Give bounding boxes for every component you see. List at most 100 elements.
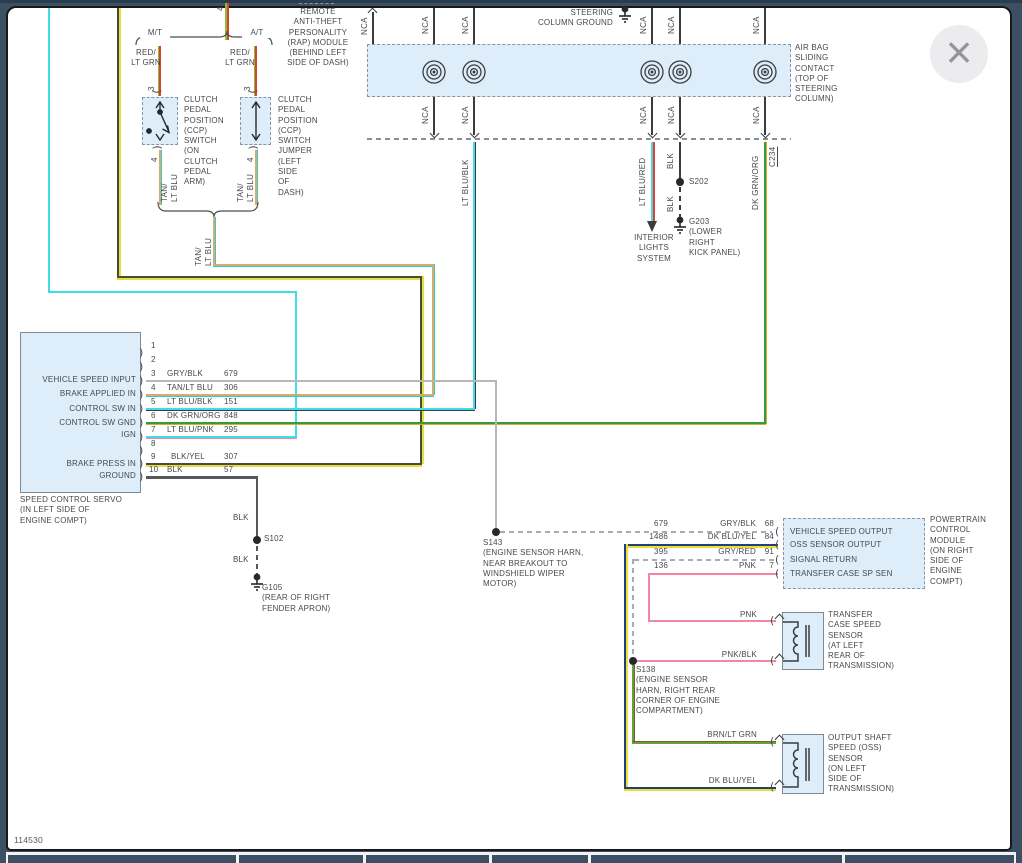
- background-table-cell: [239, 855, 363, 863]
- inductor-coil-icon: [783, 612, 823, 670]
- wire-dk-grn-org-stripe: [766, 142, 767, 424]
- wire-blk-yel-stripe: [119, 8, 121, 278]
- ground-label-g105: G105 (REAR OF RIGHT FENDER APRON): [262, 583, 330, 614]
- servo-pin-number: 10: [149, 465, 158, 475]
- pin-bracket: ): [152, 145, 163, 149]
- close-button[interactable]: ×: [930, 25, 988, 83]
- servo-wire-name: GRY/BLK: [167, 369, 203, 379]
- pcm-wire-name: DK BLU/YEL: [690, 532, 756, 542]
- connector-label-c234: C234: [768, 141, 778, 167]
- pin-bracket: (: [770, 655, 774, 666]
- wire-label-tan-lt-blu: TAN/ LT BLU: [236, 158, 256, 202]
- wire-blk: [146, 476, 258, 479]
- wire-label-nca: NCA: [461, 102, 471, 124]
- splice-label-s143: S143 (ENGINE SENSOR HARN, NEAR BREAKOUT …: [483, 538, 583, 589]
- wire-lt-blu-red-stripe: [653, 142, 655, 222]
- wire-gry-blk: [146, 380, 497, 382]
- pin-bracket: ): [139, 347, 143, 358]
- wire-brn-lt-grn-stripe: [634, 665, 635, 743]
- servo-fn-label: BRAKE PRESS IN: [24, 459, 136, 469]
- wire-label-blk: BLK: [233, 513, 249, 523]
- splice-s202: [676, 178, 684, 186]
- pin-bracket: ): [139, 375, 143, 386]
- wire-lt-blu-blk-stripe: [475, 142, 476, 409]
- servo-pin-number: 8: [151, 439, 156, 449]
- switch-symbol: [142, 97, 178, 145]
- ccp-switch-caption: CLUTCH PEDAL POSITION (CCP) SWITCH (ON C…: [184, 95, 224, 188]
- servo-pin-number: 2: [151, 355, 156, 365]
- servo-fn-label: GROUND: [24, 471, 136, 481]
- ground-icon-g203: [673, 217, 687, 234]
- pin-bracket: ): [139, 458, 143, 469]
- wire-dk-blu-yel-stripe: [626, 544, 628, 789]
- background-table-cell: [591, 855, 842, 863]
- pin-bracket: ): [139, 403, 143, 414]
- pcm-fn-label: VEHICLE SPEED OUTPUT: [790, 527, 893, 537]
- pin-number: 3: [147, 79, 157, 91]
- wire-pnk: [649, 573, 778, 575]
- wire-label-nca: NCA: [461, 12, 471, 34]
- wire-tan-lt-blu-stripe: [215, 217, 216, 265]
- wire-label-nca: NCA: [752, 12, 762, 34]
- wire-label-red-lt-grn: RED/ LT GRN: [128, 48, 164, 69]
- pcm-wire-name: GRY/BLK: [690, 519, 756, 529]
- servo-pin-number: 9: [151, 452, 156, 462]
- servo-pin-number: 4: [151, 383, 156, 393]
- ground-icon-steering: [618, 6, 632, 23]
- pcm-circuit: 136: [630, 561, 668, 571]
- ccp-jumper-caption: CLUTCH PEDAL POSITION (CCP) SWITCH JUMPE…: [278, 95, 318, 198]
- servo-pin-number: 3: [151, 369, 156, 379]
- wire-tan-lt-blu-stripe: [213, 266, 434, 267]
- wire-lt-blu-pnk: [48, 291, 297, 293]
- wire-blk-dashed: [679, 187, 681, 217]
- pin-bracket: (: [775, 539, 779, 550]
- wire-label-dk-grn-org: DK GRN/ORG: [751, 146, 761, 210]
- pin-bracket: ): [139, 471, 143, 482]
- wire-gry-blk: [495, 380, 497, 530]
- pcm-wire-name: PNK: [690, 561, 756, 571]
- wire-gry-red-dashed: [632, 559, 634, 659]
- wire-pnk: [648, 620, 776, 622]
- pin-bracket: ): [139, 361, 143, 372]
- pin-bracket: (: [775, 568, 779, 579]
- wire-blk-dashed: [256, 546, 259, 576]
- branch-label-at: A/T: [242, 28, 272, 38]
- wire-label-blk: BLK: [233, 555, 249, 565]
- wire-brn-lt-grn: [632, 742, 776, 744]
- jumper-symbol: [240, 97, 271, 145]
- pcm-pin-number: 84: [750, 532, 774, 542]
- wire-blk-yel-stripe: [117, 278, 422, 280]
- servo-pin-number: 1: [151, 341, 156, 351]
- wire-label-nca: NCA: [667, 102, 677, 124]
- servo-wire-name: TAN/LT BLU: [167, 383, 213, 393]
- servo-pin-number: 7: [151, 425, 156, 435]
- pcm-circuit: 395: [630, 547, 668, 557]
- pin-bracket: (: [770, 781, 774, 792]
- wire-label-lt-blu-blk: LT BLU/BLK: [461, 148, 471, 206]
- wire-label-brn-lt-grn: BRN/LT GRN: [690, 730, 757, 740]
- splice-label-s138: S138 (ENGINE SENSOR HARN, RIGHT REAR COR…: [636, 665, 720, 716]
- wire-tan-lt-blu-stripe: [257, 150, 258, 205]
- splice-s138: [629, 657, 637, 665]
- pin-bracket: (: [775, 554, 779, 565]
- merge-brace: [158, 202, 258, 217]
- splice-label-s202: S202: [689, 177, 708, 187]
- pin-number: 4: [150, 150, 160, 162]
- servo-fn-label: CONTROL SW IN: [24, 404, 136, 414]
- diagram-id: 114530: [14, 835, 43, 845]
- pcm-caption: POWERTRAIN CONTROL MODULE (ON RIGHT SIDE…: [930, 515, 986, 587]
- rap-module-caption: REMOTE ANTI-THEFT PERSONALITY (RAP) MODU…: [282, 7, 354, 69]
- servo-pin-number: 5: [151, 397, 156, 407]
- transfer-sensor-caption: TRANSFER CASE SPEED SENSOR (AT LEFT REAR…: [828, 610, 894, 672]
- clockspring-coil-icon: [460, 58, 488, 86]
- pcm-pin-number: 68: [750, 519, 774, 529]
- servo-circuit: 679: [224, 369, 238, 379]
- clockspring-coil-icon: [638, 58, 666, 86]
- wire-label-dk-blu-yel: DK BLU/YEL: [690, 776, 757, 786]
- airbag-caption: AIR BAG SLIDING CONTACT (TOP OF STEERING…: [795, 43, 838, 105]
- wire-label-red-lt-grn: RED/ LT GRN: [222, 48, 258, 69]
- ground-label-g203: G203 (LOWER RIGHT KICK PANEL): [689, 217, 740, 258]
- pcm-pin-number: 7: [750, 561, 774, 571]
- clockspring-coil-icon: [420, 58, 448, 86]
- background-table-cell: [845, 855, 1014, 863]
